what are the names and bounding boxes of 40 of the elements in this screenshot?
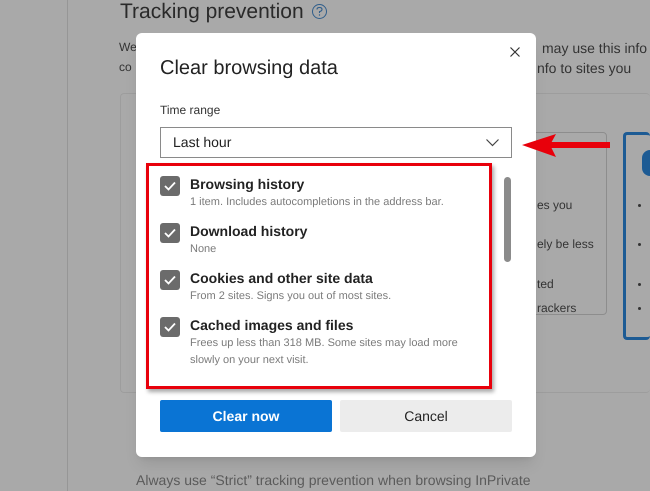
intro-text: may use this info <box>542 39 648 58</box>
option-label: Cached images and files <box>190 316 354 335</box>
close-button[interactable] <box>508 45 522 59</box>
bullet-icon <box>638 204 641 207</box>
checkbox[interactable] <box>160 223 180 243</box>
option-description: From 2 sites. Signs you out of most sites. <box>190 289 392 304</box>
option-description: None <box>190 242 218 257</box>
checkmark-icon <box>164 322 176 332</box>
card-text: es you <box>537 197 572 214</box>
card-text: rackers <box>537 300 576 317</box>
bullet-icon <box>638 243 641 246</box>
field-label: Time range <box>160 102 222 118</box>
clear-now-button[interactable]: Clear now <box>160 400 332 432</box>
cancel-button[interactable]: Cancel <box>340 400 512 432</box>
checkbox[interactable] <box>160 176 180 196</box>
bullet-icon <box>638 283 641 286</box>
option-label: Browsing history <box>190 175 306 194</box>
checkmark-icon <box>164 275 176 285</box>
help-icon[interactable] <box>312 4 327 20</box>
option-description: 1 item. Includes autocompletions in the address bar. <box>190 195 444 210</box>
bullet-icon <box>638 307 641 310</box>
checkbox[interactable] <box>160 270 180 290</box>
option-label: Download history <box>190 222 308 241</box>
option-description: Frees up less than 318 MB. Some sites may load more slowly on your next visit. <box>190 336 459 368</box>
checkbox[interactable] <box>160 317 180 337</box>
checkmark-icon <box>164 181 176 191</box>
dialog-title: Clear browsing data <box>160 56 339 81</box>
arrow-icon <box>520 133 612 159</box>
intro-text: nfo to sites you <box>537 59 632 78</box>
card-text: ely be less <box>537 236 594 253</box>
time-range-dropdown[interactable]: Last hour <box>160 127 512 158</box>
intro-text: co <box>119 59 132 76</box>
option-label: Cookies and other site data <box>190 269 374 288</box>
footer-text: Always use “Strict” tracking prevention when browsing InPrivate <box>136 471 531 490</box>
scrollbar-thumb[interactable] <box>504 177 511 262</box>
chevron-down-icon <box>486 138 499 146</box>
checkmark-icon <box>164 228 176 238</box>
intro-text: We <box>119 39 137 56</box>
section-heading: Tracking prevention <box>120 0 304 25</box>
card-text: ted <box>537 276 554 293</box>
